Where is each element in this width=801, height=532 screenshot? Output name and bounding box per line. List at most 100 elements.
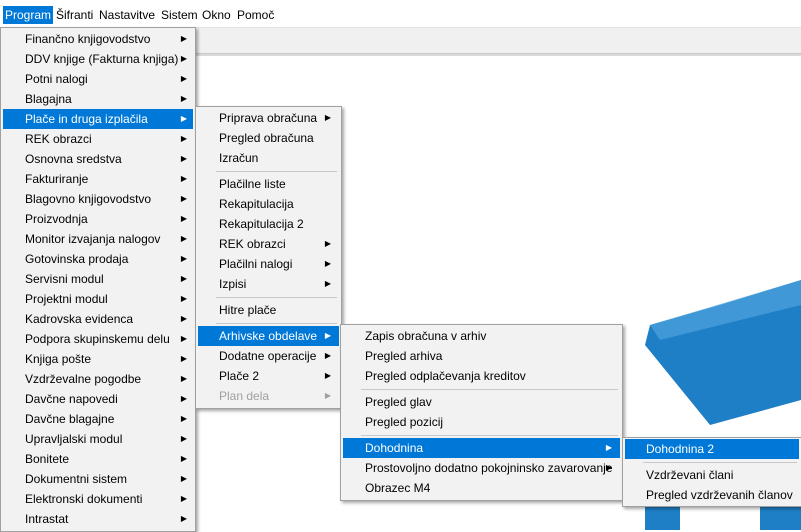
menu-okno[interactable]: Okno	[200, 6, 233, 24]
menu-item-pregled-obracuna[interactable]: Pregled obračuna	[198, 128, 339, 148]
menu-item-pregled-vzdrzevanih-clanov[interactable]: Pregled vzdrževanih članov	[625, 485, 799, 505]
menu-separator	[361, 389, 618, 390]
menu-item-rek-obrazci-sub[interactable]: REK obrazci ▶	[198, 234, 339, 254]
menu-item-pregled-arhiva[interactable]: Pregled arhiva	[343, 346, 620, 366]
chevron-right-icon: ▶	[180, 434, 187, 443]
menu-item-davcne-napovedi[interactable]: Davčne napovedi ▶	[3, 389, 193, 409]
menu-item-priprava-obracuna[interactable]: Priprava obračuna ▶	[198, 108, 339, 128]
menu-item-ddv-knjige[interactable]: DDV knjige (Fakturna knjiga) ▶	[3, 49, 193, 69]
menu-sistem[interactable]: Sistem	[159, 6, 200, 24]
menu-item-davcne-blagajne[interactable]: Davčne blagajne ▶	[3, 409, 193, 429]
chevron-right-icon: ▶	[324, 113, 331, 122]
chevron-right-icon: ▶	[180, 214, 187, 223]
chevron-right-icon: ▶	[324, 371, 331, 380]
menu-item-placilne-liste[interactable]: Plačilne liste	[198, 174, 339, 194]
menu-item-dodatne-operacije[interactable]: Dodatne operacije ▶	[198, 346, 339, 366]
menu-program[interactable]: Program	[3, 6, 54, 24]
chevron-right-icon: ▶	[180, 154, 187, 163]
menu-bar: Program Šifranti Nastavitve Sistem Okno …	[0, 0, 801, 28]
menu-item-bonitete[interactable]: Bonitete ▶	[3, 449, 193, 469]
chevron-right-icon: ▶	[180, 174, 187, 183]
chevron-right-icon: ▶	[324, 239, 331, 248]
chevron-right-icon: ▶	[180, 274, 187, 283]
chevron-right-icon: ▶	[180, 34, 187, 43]
menu-item-gotovinska-prodaja[interactable]: Gotovinska prodaja ▶	[3, 249, 193, 269]
chevron-right-icon: ▶	[180, 514, 187, 523]
chevron-right-icon: ▶	[180, 54, 187, 63]
chevron-right-icon: ▶	[324, 351, 331, 360]
menu-item-prostovoljno-pokojninsko-zavarovanje[interactable]: Prostovoljno dodatno pokojninsko zavarov…	[343, 458, 620, 478]
chevron-right-icon: ▶	[605, 443, 612, 452]
menu-item-potni-nalogi[interactable]: Potni nalogi ▶	[3, 69, 193, 89]
chevron-right-icon: ▶	[180, 194, 187, 203]
menu-item-financno-knjigovodstvo[interactable]: Finančno knjigovodstvo ▶	[3, 29, 193, 49]
chevron-right-icon: ▶	[180, 394, 187, 403]
menu-item-vzdrzevani-clani[interactable]: Vzdrževani člani	[625, 465, 799, 485]
chevron-right-icon: ▶	[324, 331, 331, 340]
menu-item-upravljalski-modul[interactable]: Upravljalski modul ▶	[3, 429, 193, 449]
toolbar-area	[196, 28, 801, 54]
chevron-right-icon: ▶	[180, 254, 187, 263]
menu-item-monitor-izvajanja-nalogov[interactable]: Monitor izvajanja nalogov ▶	[3, 229, 193, 249]
menu-item-servisni-modul[interactable]: Servisni modul ▶	[3, 269, 193, 289]
menu-item-placilni-nalogi[interactable]: Plačilni nalogi ▶	[198, 254, 339, 274]
menu-item-rekapitulacija-2[interactable]: Rekapitulacija 2	[198, 214, 339, 234]
chevron-right-icon: ▶	[180, 134, 187, 143]
chevron-right-icon: ▶	[180, 354, 187, 363]
chevron-right-icon: ▶	[180, 474, 187, 483]
menu-item-izracun[interactable]: Izračun	[198, 148, 339, 168]
chevron-right-icon: ▶	[180, 454, 187, 463]
chevron-right-icon: ▶	[180, 74, 187, 83]
menu-item-knjiga-poste[interactable]: Knjiga pošte ▶	[3, 349, 193, 369]
menu-sifranti[interactable]: Šifranti	[54, 6, 95, 24]
chevron-right-icon: ▶	[180, 234, 187, 243]
chevron-right-icon: ▶	[180, 94, 187, 103]
menu-item-pregled-odplacevanja-kreditov[interactable]: Pregled odplačevanja kreditov	[343, 366, 620, 386]
chevron-right-icon: ▶	[180, 494, 187, 503]
menu-item-hitre-place[interactable]: Hitre plače	[198, 300, 339, 320]
menu-item-projektni-modul[interactable]: Projektni modul ▶	[3, 289, 193, 309]
chevron-right-icon: ▶	[605, 463, 612, 472]
chevron-right-icon: ▶	[324, 259, 331, 268]
menu-item-pregled-glav[interactable]: Pregled glav	[343, 392, 620, 412]
toolbar-divider	[196, 54, 801, 56]
menu-item-podpora-skupinskemu-delu[interactable]: Podpora skupinskemu delu ▶	[3, 329, 193, 349]
menu-item-rek-obrazci[interactable]: REK obrazci ▶	[3, 129, 193, 149]
menu-item-elektronski-dokumenti[interactable]: Elektronski dokumenti ▶	[3, 489, 193, 509]
menu-item-vzdrzevalne-pogodbe[interactable]: Vzdrževalne pogodbe ▶	[3, 369, 193, 389]
menu-item-fakturiranje[interactable]: Fakturiranje ▶	[3, 169, 193, 189]
arhivske-obdelave-submenu: Zapis obračuna v arhiv Pregled arhiva Pr…	[340, 324, 623, 501]
menu-item-izpisi[interactable]: Izpisi ▶	[198, 274, 339, 294]
menu-item-place-2[interactable]: Plače 2 ▶	[198, 366, 339, 386]
menu-separator	[361, 435, 618, 436]
menu-item-place-in-druga-izplacila[interactable]: Plače in druga izplačila ▶	[3, 109, 193, 129]
menu-item-arhivske-obdelave[interactable]: Arhivske obdelave ▶	[198, 326, 339, 346]
menu-item-dohodnina-2[interactable]: Dohodnina 2	[625, 439, 799, 459]
menu-item-blagajna[interactable]: Blagajna ▶	[3, 89, 193, 109]
menu-separator	[216, 323, 337, 324]
menu-item-obrazec-m4[interactable]: Obrazec M4	[343, 478, 620, 498]
menu-item-dohodnina[interactable]: Dohodnina ▶	[343, 438, 620, 458]
dohodnina-submenu: Dohodnina 2 Vzdrževani člani Pregled vzd…	[622, 437, 801, 507]
chevron-right-icon: ▶	[324, 279, 331, 288]
menu-pomoc[interactable]: Pomoč	[235, 6, 276, 24]
menu-item-plan-dela: Plan dela ▶	[198, 386, 339, 406]
menu-item-blagovno-knjigovodstvo[interactable]: Blagovno knjigovodstvo ▶	[3, 189, 193, 209]
menu-separator	[643, 462, 797, 463]
chevron-right-icon: ▶	[180, 334, 187, 343]
menu-item-pregled-pozicij[interactable]: Pregled pozicij	[343, 412, 620, 432]
program-menu: Finančno knjigovodstvo ▶ DDV knjige (Fakt…	[0, 27, 196, 532]
menu-nastavitve[interactable]: Nastavitve	[97, 6, 157, 24]
menu-item-dokumentni-sistem[interactable]: Dokumentni sistem ▶	[3, 469, 193, 489]
menu-item-osnovna-sredstva[interactable]: Osnovna sredstva ▶	[3, 149, 193, 169]
place-submenu: Priprava obračuna ▶ Pregled obračuna Izra…	[195, 106, 342, 409]
chevron-right-icon: ▶	[180, 294, 187, 303]
menu-separator	[216, 297, 337, 298]
chevron-right-icon: ▶	[324, 391, 331, 400]
menu-item-kadrovska-evidenca[interactable]: Kadrovska evidenca ▶	[3, 309, 193, 329]
menu-item-intrastat[interactable]: Intrastat ▶	[3, 509, 193, 529]
menu-item-rekapitulacija[interactable]: Rekapitulacija	[198, 194, 339, 214]
menu-item-zapis-obracuna-v-arhiv[interactable]: Zapis obračuna v arhiv	[343, 326, 620, 346]
chevron-right-icon: ▶	[180, 314, 187, 323]
menu-item-proizvodnja[interactable]: Proizvodnja ▶	[3, 209, 193, 229]
